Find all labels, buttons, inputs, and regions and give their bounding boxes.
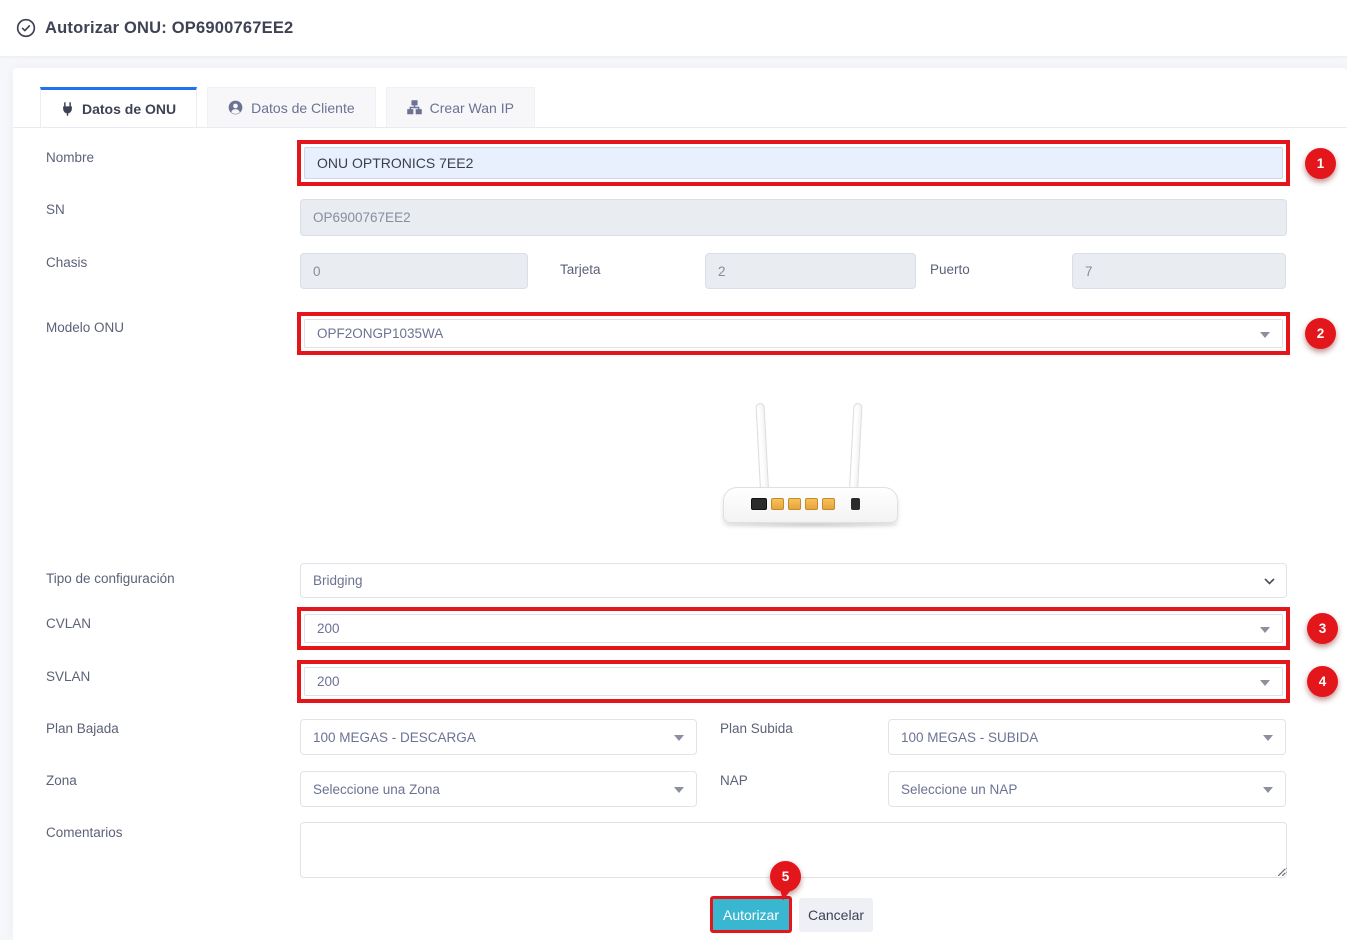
puerto-label: Puerto bbox=[930, 262, 970, 277]
tipo-configuracion-label: Tipo de configuración bbox=[46, 571, 175, 586]
tarjeta-input bbox=[705, 253, 916, 289]
cvlan-value: 200 bbox=[317, 621, 340, 636]
tab-label: Datos de Cliente bbox=[251, 100, 355, 116]
plan-subida-select[interactable]: 100 MEGAS - SUBIDA bbox=[888, 719, 1286, 755]
user-circle-icon bbox=[228, 100, 243, 115]
plan-bajada-value: 100 MEGAS - DESCARGA bbox=[313, 730, 476, 745]
authorize-onu-card: Datos de ONU Datos de Cliente bbox=[13, 68, 1347, 940]
nombre-annotation-box bbox=[297, 140, 1290, 186]
annotation-badge-2: 2 bbox=[1305, 318, 1336, 349]
cvlan-annotation-box: 200 bbox=[297, 607, 1290, 650]
page-title: Autorizar ONU: OP6900767EE2 bbox=[45, 19, 293, 38]
tarjeta-label: Tarjeta bbox=[560, 262, 601, 277]
plan-subida-label: Plan Subida bbox=[720, 721, 793, 736]
tab-bar: Datos de ONU Datos de Cliente bbox=[13, 88, 1347, 128]
nombre-input[interactable] bbox=[317, 148, 1270, 178]
tab-label: Datos de ONU bbox=[82, 101, 176, 117]
tab-crear-wan-ip[interactable]: Crear Wan IP bbox=[386, 87, 535, 127]
tab-datos-de-cliente[interactable]: Datos de Cliente bbox=[207, 87, 376, 127]
tab-label: Crear Wan IP bbox=[430, 100, 514, 116]
modelo-onu-select[interactable]: OPF2ONGP1035WA bbox=[304, 319, 1283, 348]
zona-label: Zona bbox=[46, 773, 77, 788]
zona-select[interactable]: Seleccione una Zona bbox=[300, 771, 697, 807]
page-header: Autorizar ONU: OP6900767EE2 bbox=[0, 0, 1347, 56]
tipo-configuracion-value: Bridging bbox=[313, 573, 363, 588]
dropdown-arrow-icon bbox=[674, 735, 684, 741]
nap-placeholder: Seleccione un NAP bbox=[901, 782, 1017, 797]
modelo-onu-value: OPF2ONGP1035WA bbox=[317, 326, 443, 341]
dropdown-arrow-icon bbox=[1260, 332, 1270, 338]
onu-device-image bbox=[665, 395, 955, 535]
svlan-label: SVLAN bbox=[46, 669, 90, 684]
svlan-annotation-box: 200 bbox=[297, 660, 1290, 703]
nap-select[interactable]: Seleccione un NAP bbox=[888, 771, 1286, 807]
dropdown-arrow-icon bbox=[1260, 627, 1270, 633]
sn-label: SN bbox=[46, 202, 65, 217]
nombre-label: Nombre bbox=[46, 150, 94, 165]
annotation-badge-5: 5 bbox=[770, 861, 801, 892]
plan-bajada-select[interactable]: 100 MEGAS - DESCARGA bbox=[300, 719, 697, 755]
modelo-onu-label: Modelo ONU bbox=[46, 320, 124, 335]
plan-bajada-label: Plan Bajada bbox=[46, 721, 119, 736]
svlan-select[interactable]: 200 bbox=[304, 667, 1283, 696]
cvlan-select[interactable]: 200 bbox=[304, 614, 1283, 643]
check-circle-icon bbox=[16, 18, 36, 38]
autorizar-button[interactable]: Autorizar bbox=[710, 896, 792, 933]
plan-subida-value: 100 MEGAS - SUBIDA bbox=[901, 730, 1038, 745]
dropdown-arrow-icon bbox=[674, 787, 684, 793]
tab-datos-de-onu[interactable]: Datos de ONU bbox=[40, 87, 197, 127]
plug-icon bbox=[61, 102, 74, 116]
chasis-input bbox=[300, 253, 528, 289]
dropdown-arrow-icon bbox=[1260, 680, 1270, 686]
cancelar-button[interactable]: Cancelar bbox=[799, 898, 873, 932]
zona-placeholder: Seleccione una Zona bbox=[313, 782, 440, 797]
modelo-annotation-box: OPF2ONGP1035WA bbox=[297, 312, 1290, 355]
dropdown-arrow-icon bbox=[1263, 735, 1273, 741]
sn-input bbox=[300, 199, 1287, 236]
nap-label: NAP bbox=[720, 773, 748, 788]
puerto-input bbox=[1072, 253, 1286, 289]
annotation-badge-3: 3 bbox=[1307, 613, 1338, 644]
tipo-configuracion-select[interactable]: Bridging bbox=[300, 563, 1287, 598]
annotation-badge-1: 1 bbox=[1305, 148, 1336, 179]
cvlan-label: CVLAN bbox=[46, 616, 91, 631]
svlan-value: 200 bbox=[317, 674, 340, 689]
dropdown-arrow-icon bbox=[1263, 787, 1273, 793]
comentarios-label: Comentarios bbox=[46, 825, 123, 840]
annotation-badge-4: 4 bbox=[1307, 666, 1338, 697]
chasis-label: Chasis bbox=[46, 255, 87, 270]
sitemap-icon bbox=[407, 100, 422, 115]
chevron-down-icon bbox=[1263, 574, 1276, 587]
